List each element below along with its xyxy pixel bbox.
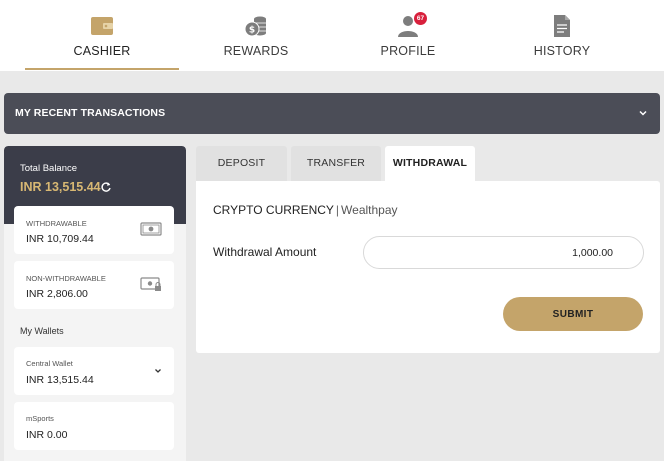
nav-history-label: HISTORY xyxy=(533,44,591,58)
active-tab-underline xyxy=(25,68,179,70)
payment-provider: Wealthpay xyxy=(341,203,398,217)
withdrawal-panel: CRYPTO CURRENCY | Wealthpay Withdrawal Amo… xyxy=(196,181,660,353)
coins-icon: $ xyxy=(244,16,266,37)
withdrawal-amount-input[interactable] xyxy=(363,236,644,269)
chevron-down-icon xyxy=(155,369,161,373)
tab-transfer[interactable]: TRANSFER xyxy=(291,146,381,181)
non-withdrawable-amount: INR 2,806.00 xyxy=(26,288,88,300)
tab-withdrawal[interactable]: WITHDRAWAL xyxy=(385,146,475,181)
document-icon xyxy=(554,15,570,37)
notification-badge: 67 xyxy=(414,12,427,25)
method-separator: | xyxy=(335,203,340,217)
tab-deposit[interactable]: DEPOSIT xyxy=(196,146,287,181)
payment-method-heading: CRYPTO CURRENCY | Wealthpay xyxy=(213,203,398,217)
svg-text:$: $ xyxy=(249,26,255,36)
total-balance-label: Total Balance xyxy=(20,163,78,174)
chevron-down-icon xyxy=(639,110,647,116)
central-wallet-card[interactable]: Central Wallet INR 13,515.44 xyxy=(14,347,174,395)
cash-icon xyxy=(140,222,162,236)
nav-cashier-label: CASHIER xyxy=(73,44,131,58)
cash-locked-icon xyxy=(140,277,161,291)
non-withdrawable-card: NON-WITHDRAWABLE INR 2,806.00 xyxy=(14,261,174,309)
non-withdrawable-label: NON-WITHDRAWABLE xyxy=(26,274,106,283)
total-balance-value: INR 13,515.44 xyxy=(20,180,101,194)
recent-transactions-title: MY RECENT TRANSACTIONS xyxy=(15,107,166,119)
nav-rewards[interactable]: $ REWARDS xyxy=(179,0,333,71)
withdrawable-amount: INR 10,709.44 xyxy=(26,233,94,245)
nav-profile[interactable]: 67 PROFILE xyxy=(331,0,485,71)
submit-button[interactable]: SUBMIT xyxy=(503,297,643,331)
withdrawal-amount-label: Withdrawal Amount xyxy=(213,245,317,259)
central-wallet-amount: INR 13,515.44 xyxy=(26,374,94,386)
central-wallet-label: Central Wallet xyxy=(26,359,73,368)
nav-rewards-label: REWARDS xyxy=(223,44,289,58)
nav-cashier[interactable]: CASHIER xyxy=(25,0,179,71)
refresh-icon[interactable] xyxy=(100,181,112,193)
withdrawable-card: WITHDRAWABLE INR 10,709.44 xyxy=(14,206,174,254)
nav-profile-label: PROFILE xyxy=(380,44,436,58)
my-wallets-label: My Wallets xyxy=(20,326,64,336)
top-navigation: CASHIER $ REWARDS 67 PROFILE HISTORY xyxy=(0,0,664,71)
withdrawable-label: WITHDRAWABLE xyxy=(26,219,87,228)
msports-label: mSports xyxy=(26,414,54,423)
payment-method: CRYPTO CURRENCY xyxy=(213,203,334,217)
msports-amount: INR 0.00 xyxy=(26,429,68,441)
nav-history[interactable]: HISTORY xyxy=(485,0,639,71)
msports-wallet-card: mSports INR 0.00 xyxy=(14,402,174,450)
wallet-icon xyxy=(91,17,113,35)
recent-transactions-toggle[interactable]: MY RECENT TRANSACTIONS xyxy=(4,93,660,134)
wallet-sidebar: Total Balance INR 13,515.44 WITHDRAWABLE… xyxy=(4,146,186,461)
